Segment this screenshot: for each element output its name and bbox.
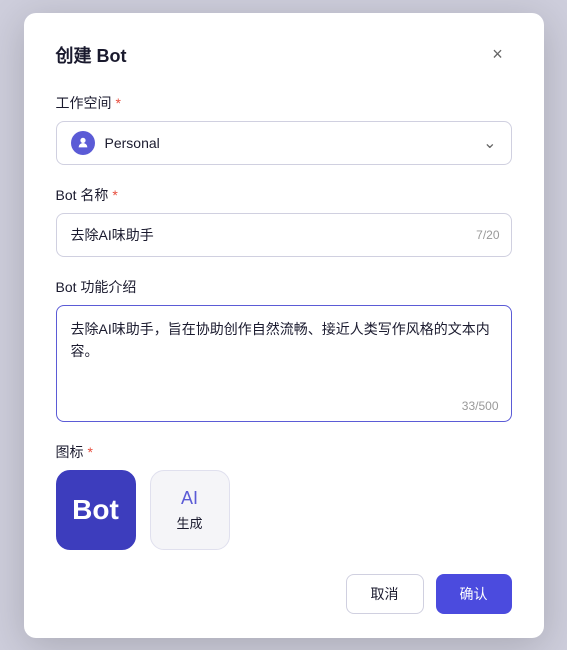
confirm-button[interactable]: 确认 <box>436 574 512 614</box>
workspace-select[interactable]: Personal ⌄ <box>56 121 512 165</box>
person-icon <box>76 136 90 150</box>
bot-description-label: Bot 功能介绍 <box>56 277 512 297</box>
dialog-overlay: 创建 Bot × 工作空间* Personal ⌄ Bot 名称* 7 <box>0 0 567 650</box>
workspace-group: 工作空间* Personal ⌄ <box>56 93 512 165</box>
icon-section: 图标* Bot AI 生成 <box>56 442 512 550</box>
bot-description-textarea-wrapper: 去除AI味助手，旨在协助创作自然流畅、接近人类写作风格的文本内容。 33/500 <box>56 305 512 422</box>
dialog-header: 创建 Bot × <box>56 41 512 69</box>
create-bot-dialog: 创建 Bot × 工作空间* Personal ⌄ Bot 名称* 7 <box>24 13 544 638</box>
bot-icon-selected[interactable]: Bot <box>56 470 136 550</box>
bot-name-input[interactable] <box>56 213 512 257</box>
dialog-footer: 取消 确认 <box>56 574 512 614</box>
generate-icon-button[interactable]: AI 生成 <box>150 470 230 550</box>
ai-generate-icon: AI <box>181 488 198 509</box>
workspace-icon <box>71 131 95 155</box>
bot-name-input-wrapper: 7/20 <box>56 213 512 257</box>
bot-name-label: Bot 名称* <box>56 185 512 205</box>
bot-description-char-count: 33/500 <box>462 399 499 413</box>
icon-options: Bot AI 生成 <box>56 470 512 550</box>
chevron-down-icon: ⌄ <box>483 133 496 153</box>
close-button[interactable]: × <box>484 41 512 69</box>
cancel-button[interactable]: 取消 <box>346 574 424 614</box>
workspace-value: Personal <box>105 135 484 151</box>
bot-name-char-count: 7/20 <box>476 228 499 242</box>
generate-label: 生成 <box>176 513 202 532</box>
bot-description-group: Bot 功能介绍 去除AI味助手，旨在协助创作自然流畅、接近人类写作风格的文本内… <box>56 277 512 422</box>
workspace-label: 工作空间* <box>56 93 512 113</box>
bot-name-group: Bot 名称* 7/20 <box>56 185 512 257</box>
bot-description-textarea[interactable]: 去除AI味助手，旨在协助创作自然流畅、接近人类写作风格的文本内容。 <box>57 306 511 416</box>
icon-label: 图标* <box>56 442 512 462</box>
dialog-title: 创建 Bot <box>56 42 127 68</box>
